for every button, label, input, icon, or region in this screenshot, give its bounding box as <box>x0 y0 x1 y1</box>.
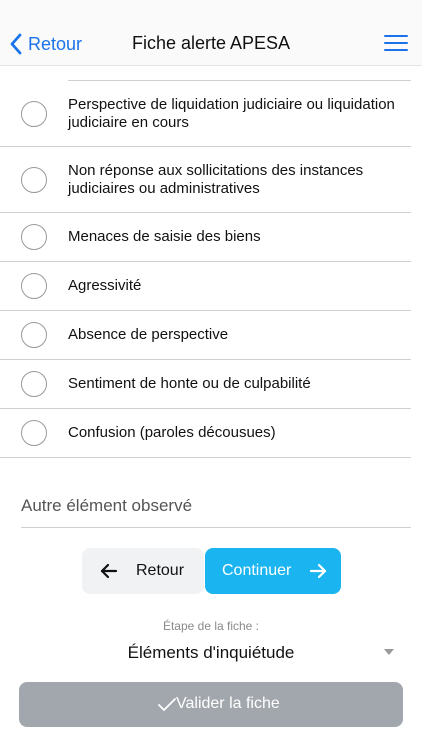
criterion-row[interactable]: Sentiment de honte ou de culpabilité <box>0 360 411 409</box>
criterion-row[interactable]: Confusion (paroles décousues) <box>0 409 411 458</box>
criteria-list: Perspective de liquidation judiciaire ou… <box>0 81 422 458</box>
radio-button[interactable] <box>21 273 47 299</box>
back-button-label: Retour <box>136 562 185 579</box>
criterion-row[interactable]: Agressivité <box>0 262 411 311</box>
criterion-row[interactable]: Menaces de saisie des biens <box>0 213 411 262</box>
step-caption: Étape de la fiche : <box>162 619 260 633</box>
arrow-left-icon <box>100 563 118 579</box>
navigation-bar: Retour Fiche alerte APESA <box>0 0 422 66</box>
continue-button[interactable]: Continuer <box>205 548 341 594</box>
criterion-row[interactable]: Absence de perspective <box>0 311 411 360</box>
criterion-label: Non réponse aux sollicitations des insta… <box>68 161 364 197</box>
radio-button[interactable] <box>21 224 47 250</box>
hamburger-menu-icon[interactable] <box>384 35 408 53</box>
criterion-label: Absence de perspective <box>68 326 229 343</box>
criterion-label: Menaces de saisie des biens <box>68 228 261 245</box>
caret-down-icon <box>384 649 394 655</box>
validate-form-button[interactable]: Valider la fiche <box>19 682 403 727</box>
criterion-label: Confusion (paroles décousues) <box>68 424 276 441</box>
radio-button[interactable] <box>21 100 47 127</box>
criterion-row[interactable]: Perspective de liquidation judiciaire ou… <box>0 81 411 147</box>
checkmark-icon <box>158 698 176 711</box>
radio-button[interactable] <box>21 420 47 446</box>
criterion-label: Sentiment de honte ou de culpabilité <box>68 375 311 392</box>
criterion-label: Agressivité <box>68 277 142 294</box>
other-element-underline <box>21 527 411 528</box>
step-select[interactable]: Éléments d'inquiétude <box>20 640 402 666</box>
page-title: Fiche alerte APESA <box>131 33 291 53</box>
step-value: Éléments d'inquiétude <box>127 643 295 662</box>
radio-button[interactable] <box>21 322 47 348</box>
back-button[interactable]: Retour <box>82 548 204 594</box>
continue-button-label: Continuer <box>222 562 292 579</box>
radio-button[interactable] <box>21 166 47 193</box>
criterion-row[interactable]: Non réponse aux sollicitations des insta… <box>0 147 411 213</box>
arrow-right-icon <box>309 563 327 579</box>
validate-form-label: Valider la fiche <box>176 695 280 712</box>
criterion-label: Perspective de liquidation judiciaire ou… <box>68 95 395 131</box>
other-element-field[interactable]: Autre élément observé <box>21 496 192 516</box>
radio-button[interactable] <box>21 371 47 397</box>
